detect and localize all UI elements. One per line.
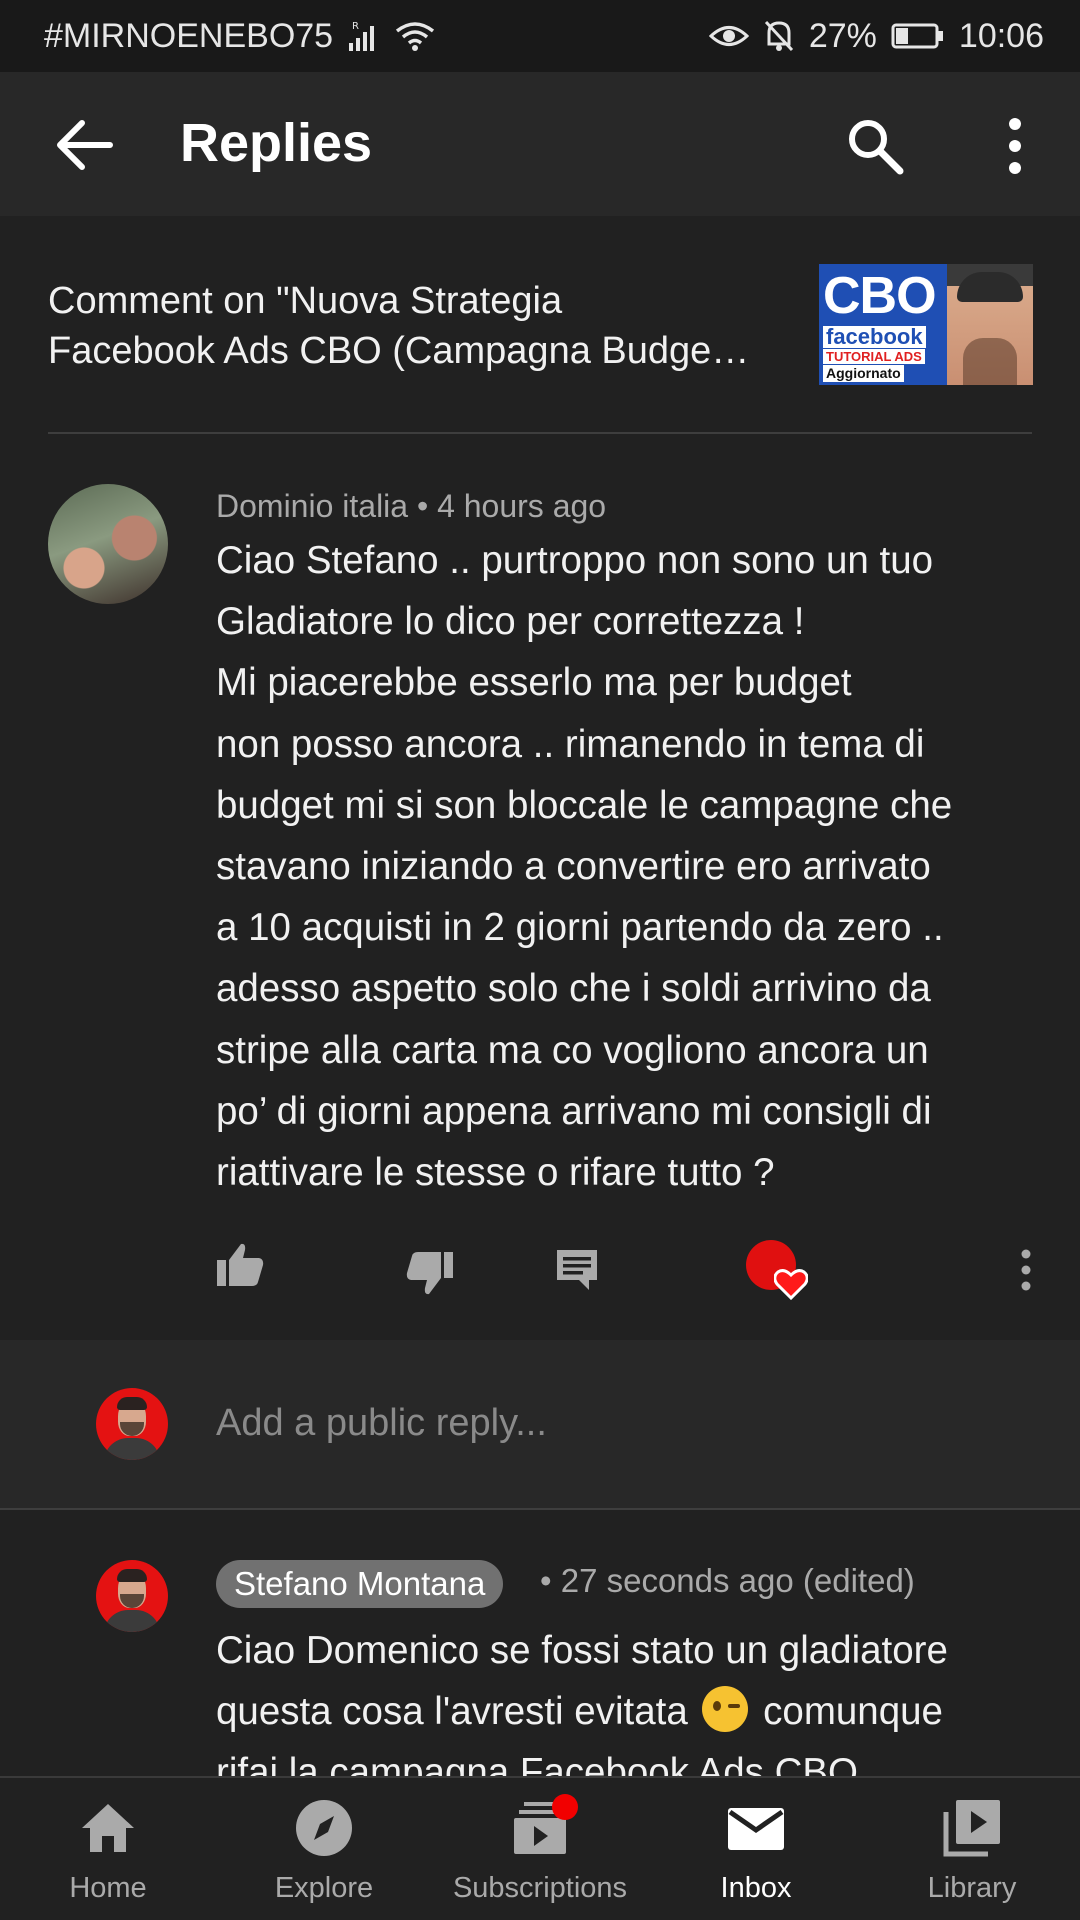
search-icon[interactable]: [845, 116, 905, 176]
video-thumbnail[interactable]: CBO facebook TUTORIAL ADS Aggiornato: [819, 264, 1033, 385]
creator-heart-badge: [746, 1240, 812, 1306]
home-icon: [82, 1804, 134, 1852]
nav-explore[interactable]: Explore: [216, 1778, 432, 1920]
divider: [48, 432, 1032, 434]
svg-text:R: R: [352, 21, 359, 32]
thumbnail-brand: facebook: [823, 326, 926, 348]
reply-line: questa cosa l'avresti evitata comunque: [216, 1681, 1056, 1742]
video-reference[interactable]: Comment on "Nuova Strategia Facebook Ads…: [48, 262, 1038, 392]
nav-inbox[interactable]: Inbox: [648, 1778, 864, 1920]
add-reply-box[interactable]: Add a public reply...: [0, 1340, 1080, 1508]
reply-line-part: questa cosa l'avresti evitata: [216, 1690, 688, 1733]
reply-text: Ciao Domenico se fossi stato un gladiato…: [216, 1620, 1056, 1780]
more-vert-icon[interactable]: [1000, 116, 1030, 176]
video-reference-line: Facebook Ads CBO (Campagna Budge…: [48, 330, 750, 372]
comment-line: non posso ancora .. rimanendo in tema di: [216, 722, 925, 766]
bell-muted-icon: [764, 20, 793, 52]
comment-text: Ciao Stefano .. purtroppo non sono un tu…: [216, 530, 1046, 1203]
comment-line: stripe alla carta ma co vogliono ancora …: [216, 1028, 929, 1072]
reply-line: rifai la campagna Facebook Ads CBO: [216, 1751, 858, 1780]
video-reference-title: Comment on "Nuova Strategia Facebook Ads…: [48, 276, 808, 376]
comment-line: stavano iniziando a convertire ero arriv…: [216, 845, 931, 889]
thumbs-down-icon[interactable]: [405, 1248, 455, 1298]
comment-line: Ciao Stefano .. purtroppo non sono un tu…: [216, 539, 934, 582]
page-title: Replies: [180, 113, 373, 173]
divider: [0, 1508, 1080, 1510]
notification-dot: [552, 1794, 578, 1820]
avatar[interactable]: [48, 484, 168, 604]
comment-line: po’ di giorni appena arrivano mi consigl…: [216, 1089, 932, 1133]
comment-actions: [0, 1240, 1080, 1306]
comment-line: a 10 acquisti in 2 giorni partendo da ze…: [216, 906, 944, 950]
wifi-icon: [396, 22, 435, 51]
nav-label: Explore: [274, 1872, 374, 1904]
reply-meta: • 27 seconds ago (edited): [540, 1562, 915, 1599]
comment-line: Mi piacerebbe esserlo ma per budget: [216, 661, 852, 705]
nav-label: Home: [69, 1872, 147, 1904]
compass-icon: [296, 1800, 352, 1856]
avatar: [96, 1388, 168, 1460]
avatar[interactable]: [96, 1560, 168, 1632]
signal-icon: R: [349, 21, 375, 51]
library-icon: [943, 1800, 1000, 1857]
clock: 10:06: [958, 16, 1044, 55]
reply: Stefano Montana • 27 seconds ago (edited…: [0, 1540, 1080, 1780]
nav-library[interactable]: Library: [864, 1778, 1080, 1920]
heart-icon: [774, 1269, 808, 1300]
battery-icon: [891, 23, 943, 49]
thumbnail-note: Aggiornato: [823, 365, 904, 382]
reply-author-chip[interactable]: Stefano Montana: [216, 1560, 504, 1608]
reply-comment-icon[interactable]: [555, 1248, 599, 1292]
nav-label: Subscriptions: [452, 1872, 628, 1904]
comment-more-icon[interactable]: [1017, 1248, 1035, 1292]
comment-author[interactable]: Dominio italia: [216, 488, 408, 524]
nav-label: Library: [927, 1872, 1017, 1904]
battery-percent: 27%: [808, 16, 877, 55]
comment-meta: Dominio italia • 4 hours ago: [216, 488, 606, 525]
nav-label: Inbox: [720, 1872, 792, 1904]
video-reference-line: Comment on "Nuova Strategia: [48, 280, 563, 322]
nav-subscriptions[interactable]: Subscriptions: [432, 1778, 648, 1920]
wink-emoji-icon: [702, 1686, 749, 1732]
meta-separator: •: [416, 488, 429, 524]
reply-line-part: comunque: [763, 1690, 943, 1733]
status-bar: #MIRNOENEBO75 R 27% 10:06: [0, 0, 1080, 72]
back-arrow-icon[interactable]: [54, 118, 114, 172]
comment-line: riattivare le stesse o rifare tutto ?: [216, 1151, 775, 1195]
thumbnail-tag: TUTORIAL ADS: [823, 349, 925, 364]
comment-line: budget mi si son bloccale le campagne ch…: [216, 783, 953, 827]
comment-line: adesso aspetto solo che i soldi arrivino…: [216, 967, 931, 1011]
thumbs-up-icon[interactable]: [215, 1240, 265, 1290]
reply-input[interactable]: Add a public reply...: [216, 1402, 547, 1445]
comment-line: Gladiatore lo dico per correttezza !: [216, 600, 805, 644]
comment-time: 4 hours ago: [437, 488, 607, 524]
carrier-label: #MIRNOENEBO75: [44, 16, 334, 55]
app-bar: Replies: [0, 72, 1080, 216]
reply-line: Ciao Domenico se fossi stato un gladiato…: [216, 1629, 948, 1672]
bottom-nav: Home Explore Subscriptions Inbox Library: [0, 1776, 1080, 1920]
thumbnail-big-text: CBO: [823, 267, 937, 325]
eye-icon: [708, 26, 749, 46]
nav-home[interactable]: Home: [0, 1778, 216, 1920]
mail-icon: [728, 1808, 784, 1850]
thumbnail-face-image: [947, 264, 1033, 385]
